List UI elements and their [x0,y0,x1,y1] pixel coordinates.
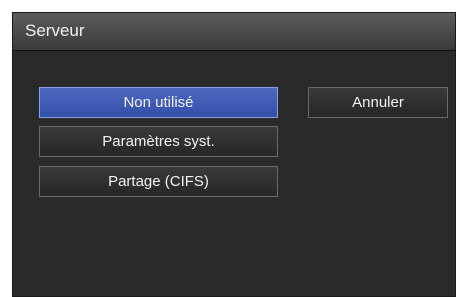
option-cifs-share-button[interactable]: Partage (CIFS) [39,166,278,197]
cancel-button[interactable]: Annuler [308,87,448,118]
dialog-titlebar: Serveur [13,13,455,51]
option-system-settings-button[interactable]: Paramètres syst. [39,126,278,157]
server-dialog: Serveur Non utilisé Paramètres syst. Par… [12,12,456,297]
dialog-title: Serveur [25,21,85,40]
option-not-used-button[interactable]: Non utilisé [39,87,278,118]
